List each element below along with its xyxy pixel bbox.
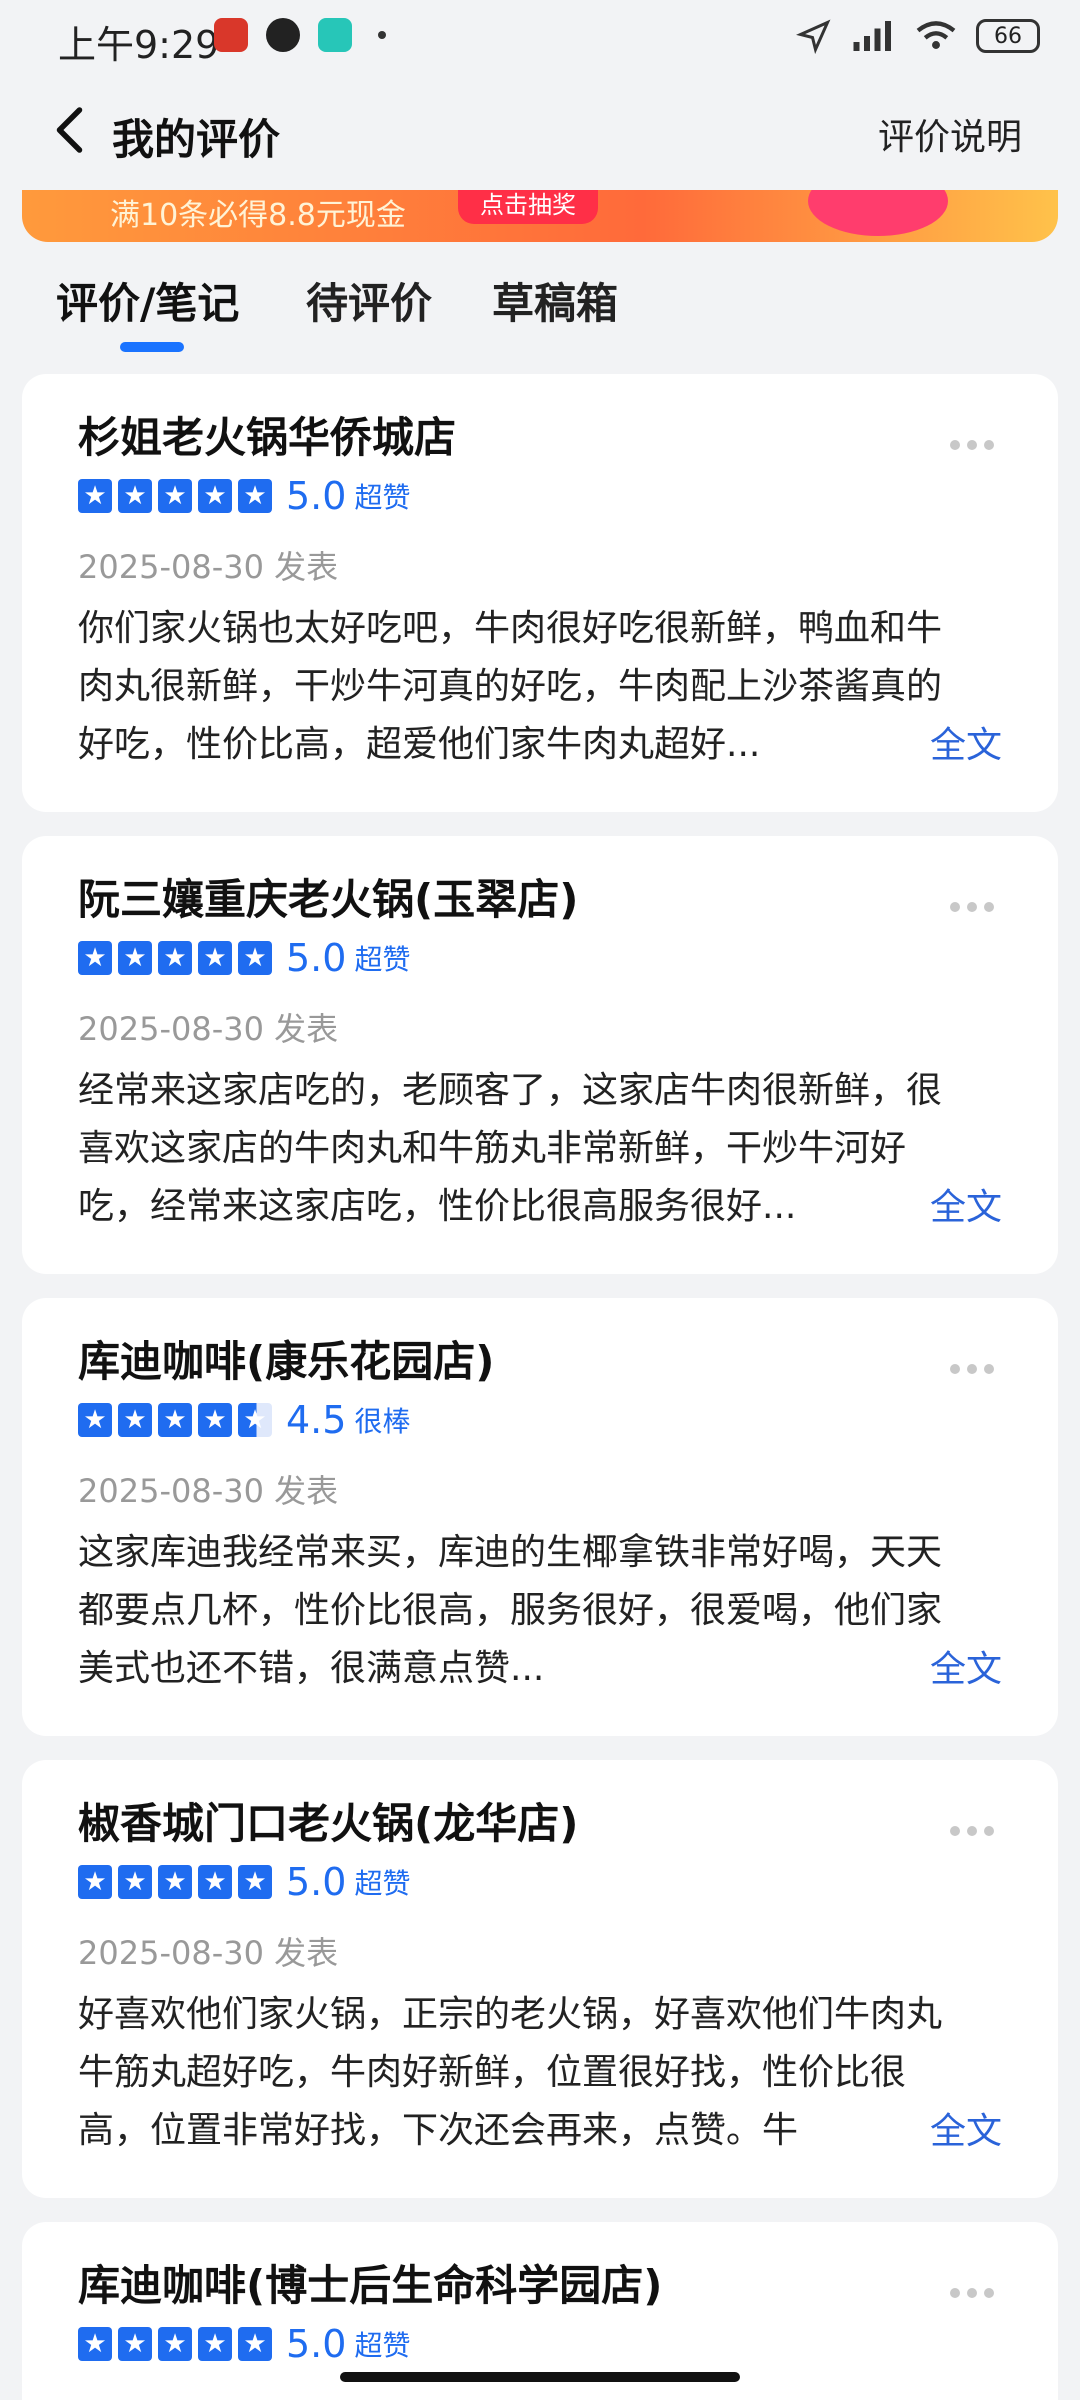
post-date: 2025-08-30 发表 <box>78 1472 339 1510</box>
star-icon: ★ <box>118 1865 152 1899</box>
full-text-link[interactable]: 全文 <box>919 1640 1002 1692</box>
more-dots-icon[interactable] <box>950 1826 994 1836</box>
rating: ★ ★ ★ ★ ★ 5.0 超赞 <box>78 474 410 518</box>
review-card[interactable]: 杉姐老火锅华侨城店 ★ ★ ★ ★ ★ 5.0 超赞 2025-08-30 发表… <box>22 374 1058 812</box>
shop-name[interactable]: 杉姐老火锅华侨城店 <box>78 404 456 465</box>
send-app-icon <box>318 18 352 52</box>
rating-score: 5.0 <box>286 2322 347 2366</box>
promo-banner[interactable]: 满10条必得8.8元现金 点击抽奖 <box>22 190 1058 242</box>
star-icon: ★ <box>198 479 232 513</box>
more-dots-icon[interactable] <box>950 2288 994 2298</box>
review-content[interactable]: 好喜欢他们家火锅，正宗的老火锅，好喜欢他们牛肉丸牛筋丸超好吃，牛肉好新鲜，位置很… <box>78 1986 958 2160</box>
more-dots-icon[interactable] <box>950 902 994 912</box>
full-text-link[interactable]: 全文 <box>919 716 1002 768</box>
review-content[interactable]: 经常来这家店吃的，老顾客了，这家店牛肉很新鲜，很喜欢这家店的牛肉丸和牛筋丸非常新… <box>78 1062 958 1236</box>
rating-stars: ★ ★ ★ ★ ★ <box>78 1403 272 1437</box>
review-content[interactable]: 你们家火锅也太好吃吧，牛肉很好吃很新鲜，鸭血和牛肉丸很新鲜，干炒牛河真的好吃，牛… <box>78 600 958 774</box>
star-icon: ★ <box>78 2327 112 2361</box>
star-icon: ★ <box>118 1403 152 1437</box>
tab-reviews-notes[interactable]: 评价/笔记 <box>56 270 239 331</box>
active-tab-indicator <box>120 342 184 352</box>
star-icon: ★ <box>238 1865 272 1899</box>
more-dots-icon[interactable] <box>950 440 994 450</box>
rating-stars: ★ ★ ★ ★ ★ <box>78 941 272 975</box>
star-icon: ★ <box>198 1403 232 1437</box>
more-dots-icon[interactable] <box>950 1364 994 1374</box>
star-icon: ★ <box>158 2327 192 2361</box>
post-date: 2025-08-30 发表 <box>78 1934 339 1972</box>
rating-score: 5.0 <box>286 1860 347 1904</box>
rating-score: 4.5 <box>286 1398 347 1442</box>
rating-label: 超赞 <box>354 1867 411 1900</box>
shop-name[interactable]: 阮三孃重庆老火锅(玉翠店) <box>78 866 578 927</box>
rating: ★ ★ ★ ★ ★ 5.0 超赞 <box>78 2322 410 2366</box>
shop-name[interactable]: 库迪咖啡(博士后生命科学园店) <box>78 2252 662 2313</box>
home-indicator[interactable] <box>340 2372 740 2382</box>
star-icon: ★ <box>198 2327 232 2361</box>
rating: ★ ★ ★ ★ ★ 4.5 很棒 <box>78 1398 410 1442</box>
review-tabs: 评价/笔记 待评价 草稿箱 <box>0 258 1080 358</box>
post-date: 2025-08-30 发表 <box>78 548 339 586</box>
star-icon: ★ <box>198 1865 232 1899</box>
rating-stars: ★ ★ ★ ★ ★ <box>78 1865 272 1899</box>
rating-stars: ★ ★ ★ ★ ★ <box>78 2327 272 2361</box>
rating-label: 超赞 <box>354 943 411 976</box>
system-icons: 66 <box>796 18 1040 54</box>
rating: ★ ★ ★ ★ ★ 5.0 超赞 <box>78 1860 410 1904</box>
rating-label: 很棒 <box>354 1405 411 1438</box>
top-nav: 我的评价 评价说明 <box>0 78 1080 190</box>
rating: ★ ★ ★ ★ ★ 5.0 超赞 <box>78 936 410 980</box>
signal-icon <box>853 21 891 51</box>
review-content[interactable]: 这家库迪我经常来买，库迪的生椰拿铁非常好喝，天天都要点几杯，性价比很高，服务很好… <box>78 1524 958 1698</box>
star-icon: ★ <box>118 941 152 975</box>
star-icon: ★ <box>78 1865 112 1899</box>
battery-indicator: 66 <box>976 19 1040 53</box>
star-icon: ★ <box>78 941 112 975</box>
status-bar: 上午9:29 66 <box>0 0 1080 78</box>
review-card[interactable]: 库迪咖啡(康乐花园店) ★ ★ ★ ★ ★ 4.5 很棒 2025-08-30 … <box>22 1298 1058 1736</box>
star-icon: ★ <box>158 1403 192 1437</box>
app-notification-icon <box>214 18 248 52</box>
wifi-icon <box>916 21 956 49</box>
star-icon: ★ <box>158 941 192 975</box>
rating-stars: ★ ★ ★ ★ ★ <box>78 479 272 513</box>
star-icon: ★ <box>118 479 152 513</box>
star-icon: ★ <box>78 479 112 513</box>
star-icon: ★ <box>118 2327 152 2361</box>
star-icon: ★ <box>158 479 192 513</box>
tab-drafts[interactable]: 草稿箱 <box>492 270 618 331</box>
star-icon: ★ <box>198 941 232 975</box>
banner-button[interactable]: 点击抽奖 <box>458 190 598 224</box>
star-icon: ★ <box>238 941 272 975</box>
rating-score: 5.0 <box>286 936 347 980</box>
notification-icons <box>214 18 386 52</box>
banner-text: 满10条必得8.8元现金 <box>110 198 406 233</box>
qq-icon <box>266 18 300 52</box>
half-star-icon: ★ <box>238 1403 272 1437</box>
post-date: 2025-08-30 发表 <box>78 1010 339 1048</box>
banner-illustration <box>808 190 948 236</box>
location-icon <box>796 19 831 54</box>
shop-name[interactable]: 椒香城门口老火锅(龙华店) <box>78 1790 578 1851</box>
star-icon: ★ <box>78 1403 112 1437</box>
status-time: 上午9:29 <box>58 23 220 67</box>
full-text-link[interactable]: 全文 <box>919 2102 1002 2154</box>
review-card[interactable]: 阮三孃重庆老火锅(玉翠店) ★ ★ ★ ★ ★ 5.0 超赞 2025-08-3… <box>22 836 1058 1274</box>
star-icon: ★ <box>238 2327 272 2361</box>
page-title: 我的评价 <box>112 115 281 164</box>
review-card[interactable]: 椒香城门口老火锅(龙华店) ★ ★ ★ ★ ★ 5.0 超赞 2025-08-3… <box>22 1760 1058 2198</box>
rating-label: 超赞 <box>354 481 411 514</box>
shop-name[interactable]: 库迪咖啡(康乐花园店) <box>78 1328 494 1389</box>
more-notifications-icon <box>378 31 386 39</box>
full-text-link[interactable]: 全文 <box>919 1178 1002 1230</box>
rating-score: 5.0 <box>286 474 347 518</box>
rating-label: 超赞 <box>354 2329 411 2362</box>
tab-pending-review[interactable]: 待评价 <box>306 270 432 331</box>
star-icon: ★ <box>238 479 272 513</box>
review-guide-link[interactable]: 评价说明 <box>878 108 1022 160</box>
battery-level: 66 <box>994 23 1022 49</box>
star-icon: ★ <box>158 1865 192 1899</box>
chevron-left-icon[interactable] <box>42 100 102 160</box>
